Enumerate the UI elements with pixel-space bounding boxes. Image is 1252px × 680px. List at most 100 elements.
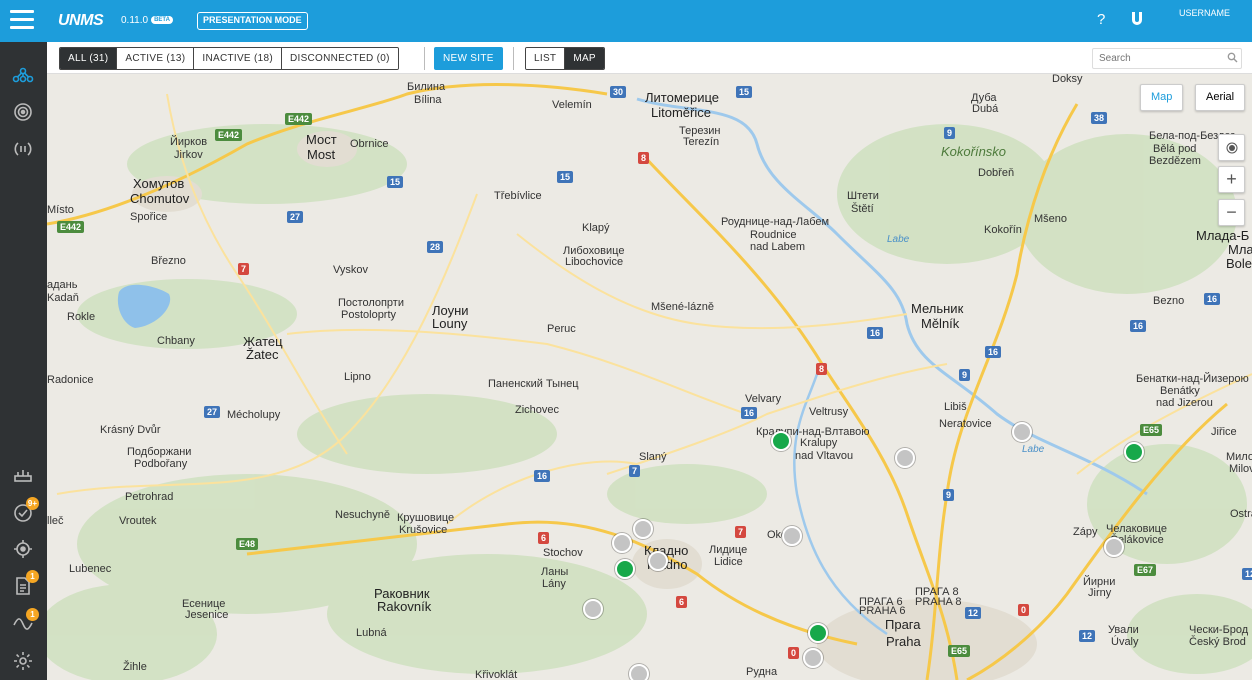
discovery-icon[interactable] — [11, 537, 35, 561]
road-shield: 7 — [735, 526, 747, 538]
place-label: Praha — [886, 634, 921, 649]
road-shield: E48 — [236, 538, 259, 550]
site-marker-inactive[interactable] — [633, 519, 653, 539]
logs-icon[interactable]: 1 — [11, 570, 39, 598]
place-label: Ланы — [541, 566, 569, 578]
filter-disconnected[interactable]: DISCONNECTED (0) — [281, 48, 398, 69]
place-label: Lidice — [714, 556, 743, 568]
username[interactable]: USERNAME — [1179, 8, 1230, 18]
road-shield: 15 — [557, 171, 574, 183]
new-site-button[interactable]: NEW SITE — [434, 47, 503, 70]
zoom-in-button[interactable]: + — [1218, 166, 1245, 193]
site-marker-active[interactable] — [1124, 442, 1144, 462]
site-marker-inactive[interactable] — [803, 648, 823, 668]
menu-icon[interactable] — [10, 10, 34, 32]
road-shield: 28 — [427, 241, 444, 253]
outages-icon[interactable]: 1 — [11, 608, 39, 636]
place-label: Bezno — [1153, 295, 1185, 307]
firmware-icon[interactable] — [11, 463, 35, 487]
version-number: 0.11.0 — [121, 15, 149, 26]
place-label: Peruc — [547, 323, 576, 335]
place-label: Louny — [432, 316, 468, 331]
place-label: Раковник — [374, 586, 430, 601]
place-label: Spořice — [130, 211, 168, 223]
filter-inactive[interactable]: INACTIVE (18) — [194, 48, 282, 69]
place-label: Подборжани — [127, 446, 192, 458]
settings-icon[interactable] — [11, 649, 35, 673]
my-location-icon[interactable] — [1218, 134, 1245, 161]
site-marker-inactive[interactable] — [1012, 422, 1032, 442]
wireless-icon[interactable] — [11, 137, 35, 161]
filter-active[interactable]: ACTIVE (13) — [117, 48, 195, 69]
place-label: Хомутов — [133, 176, 185, 191]
road-shield: 7 — [629, 465, 641, 477]
place-label: Žihle — [123, 661, 147, 673]
place-label: Штети — [847, 190, 879, 202]
place-label: Rakovník — [377, 599, 432, 614]
place-label: Kadaň — [47, 292, 79, 304]
place-label: Obrnice — [350, 138, 389, 150]
road-shield: E67 — [1134, 564, 1157, 576]
place-label: Vyskov — [333, 264, 369, 276]
ubiquiti-logo-icon[interactable] — [1130, 11, 1144, 27]
road-shield: 0 — [788, 647, 800, 659]
place-label: Petrohrad — [125, 491, 174, 503]
site-marker-active[interactable] — [615, 559, 635, 579]
place-label: Kokořín — [984, 224, 1022, 236]
sites-icon[interactable] — [11, 63, 35, 87]
place-label: Radonice — [47, 374, 94, 386]
map-type-aerial-button[interactable]: Aerial — [1195, 84, 1246, 111]
site-marker-inactive[interactable] — [895, 448, 915, 468]
tasks-badge: 9+ — [25, 497, 39, 510]
road-shield: 9 — [943, 489, 955, 501]
place-label: Роуднице-над-Лабем — [721, 216, 830, 228]
tasks-icon[interactable]: 9+ — [11, 497, 39, 525]
place-label: Litoměřice — [651, 105, 711, 120]
place-label: Bělá pod — [1153, 143, 1197, 155]
road-shield: 16 — [741, 407, 758, 419]
presentation-mode-button[interactable]: PRESENTATION MODE — [197, 12, 308, 30]
road-shield: 6 — [676, 596, 688, 608]
view-list-button[interactable]: LIST — [526, 48, 566, 69]
place-label: Bílina — [414, 94, 442, 106]
devices-icon[interactable] — [11, 100, 35, 124]
divider — [424, 47, 425, 70]
place-label: Lubenec — [69, 563, 112, 575]
place-label: Labe — [1022, 444, 1045, 455]
road-shield: 8 — [638, 152, 650, 164]
place-label: Stochov — [543, 547, 583, 559]
place-label: Dobřeň — [978, 167, 1015, 179]
place-label: Jirny — [1088, 587, 1112, 599]
place-label: Neratovice — [939, 418, 992, 430]
site-marker-inactive[interactable] — [648, 551, 668, 571]
site-marker-active[interactable] — [771, 431, 791, 451]
site-marker-active[interactable] — [808, 623, 828, 643]
filter-all[interactable]: ALL (31) — [60, 48, 118, 69]
road-shield: 8 — [816, 363, 828, 375]
view-map-button[interactable]: MAP — [565, 48, 604, 69]
place-label: Rokle — [67, 311, 96, 323]
site-marker-inactive[interactable] — [583, 599, 603, 619]
road-shield: 16 — [1130, 320, 1147, 332]
place-label: Zápy — [1073, 526, 1098, 538]
place-label: Doksy — [1052, 74, 1083, 85]
site-marker-inactive[interactable] — [1104, 537, 1124, 557]
road-shield: 7 — [238, 263, 250, 275]
help-icon[interactable]: ? — [1097, 11, 1105, 28]
site-marker-inactive[interactable] — [629, 664, 649, 680]
search-input[interactable] — [1092, 48, 1242, 69]
sidebar: 9+ 1 1 — [0, 42, 47, 680]
site-marker-inactive[interactable] — [782, 526, 802, 546]
place-label: Veltrusy — [809, 406, 849, 418]
map-type-map-button[interactable]: Map — [1140, 84, 1184, 111]
zoom-out-button[interactable]: − — [1218, 199, 1245, 226]
place-label: Чески-Брод — [1189, 624, 1249, 636]
brand-logo[interactable]: UNMS — [58, 12, 104, 30]
place-label: Mécholupy — [227, 409, 281, 421]
site-marker-inactive[interactable] — [612, 533, 632, 553]
place-label: Жатец — [243, 334, 283, 349]
site-map[interactable]: Билина Bílina Velemín Литомерице Litoměřice Т… — [47, 74, 1252, 680]
place-label: Лидице — [709, 544, 748, 556]
place-label: Милови — [1226, 451, 1252, 463]
place-label: Chomutov — [130, 191, 190, 206]
